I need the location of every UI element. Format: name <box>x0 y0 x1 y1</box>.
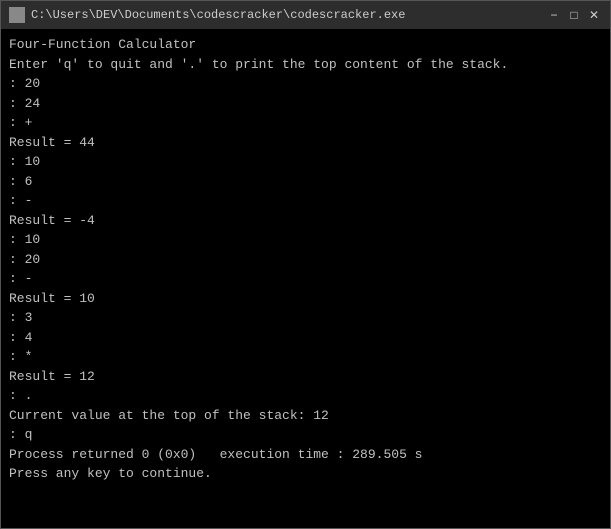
console-line: Four-Function Calculator <box>9 35 602 55</box>
console-line: : 6 <box>9 172 602 192</box>
console-line: Process returned 0 (0x0) execution time … <box>9 445 602 465</box>
console-line: Result = 44 <box>9 133 602 153</box>
console-line: : 24 <box>9 94 602 114</box>
console-line: : + <box>9 113 602 133</box>
app-window: C:\Users\DEV\Documents\codescracker\code… <box>0 0 611 529</box>
app-icon <box>9 7 25 23</box>
console-line: : 4 <box>9 328 602 348</box>
console-line: : 20 <box>9 250 602 270</box>
console-line: : - <box>9 269 602 289</box>
title-bar: C:\Users\DEV\Documents\codescracker\code… <box>1 1 610 29</box>
console-line: : - <box>9 191 602 211</box>
console-line: Press any key to continue. <box>9 464 602 484</box>
console-output: Four-Function CalculatorEnter 'q' to qui… <box>1 29 610 528</box>
console-line: Current value at the top of the stack: 1… <box>9 406 602 426</box>
console-line: Result = 12 <box>9 367 602 387</box>
console-line: : 3 <box>9 308 602 328</box>
minimize-button[interactable]: − <box>546 7 562 23</box>
title-bar-text: C:\Users\DEV\Documents\codescracker\code… <box>31 8 546 22</box>
console-line: : 10 <box>9 230 602 250</box>
window-controls: − □ ✕ <box>546 7 602 23</box>
console-line: : * <box>9 347 602 367</box>
console-line: Enter 'q' to quit and '.' to print the t… <box>9 55 602 75</box>
maximize-button[interactable]: □ <box>566 7 582 23</box>
console-line: : q <box>9 425 602 445</box>
console-line: Result = -4 <box>9 211 602 231</box>
console-line: : 20 <box>9 74 602 94</box>
console-line: : 10 <box>9 152 602 172</box>
console-line: : . <box>9 386 602 406</box>
close-button[interactable]: ✕ <box>586 7 602 23</box>
console-line: Result = 10 <box>9 289 602 309</box>
